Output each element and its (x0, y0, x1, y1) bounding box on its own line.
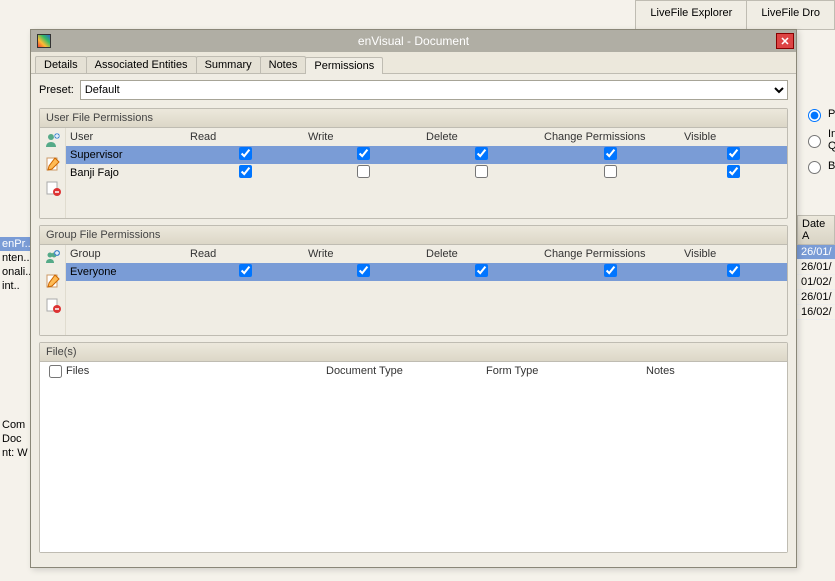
group-permissions-grid[interactable]: Group Read Write Delete Change Permissio… (66, 245, 787, 335)
col-read: Read (186, 245, 304, 263)
chk-read[interactable] (239, 147, 252, 160)
bg-left-row[interactable]: int.. (0, 279, 30, 293)
chk-delete[interactable] (475, 165, 488, 178)
cell-user-name: Supervisor (66, 146, 186, 164)
table-row[interactable]: Supervisor (66, 146, 787, 164)
chk-visible[interactable] (727, 165, 740, 178)
user-permissions-panel: User File Permissions User Read Write De (39, 108, 788, 219)
radio-publi-label: Publi (828, 108, 835, 120)
remove-user-icon[interactable] (45, 180, 61, 196)
chk-change-permissions[interactable] (604, 147, 617, 160)
user-permissions-grid[interactable]: User Read Write Delete Change Permission… (66, 128, 787, 218)
chk-write[interactable] (357, 165, 370, 178)
chk-delete[interactable] (475, 264, 488, 277)
bg-bottom-row: Doc (0, 432, 30, 446)
background-bottom-list: Com Doc nt: W (0, 418, 30, 460)
col-write: Write (304, 245, 422, 263)
cell-group-name: Everyone (66, 263, 186, 281)
files-panel-header: File(s) (40, 343, 787, 362)
tab-notes[interactable]: Notes (260, 56, 307, 73)
table-row[interactable]: Everyone (66, 263, 787, 281)
bg-tab-livefile-dro[interactable]: LiveFile Dro (746, 0, 835, 29)
group-permissions-header: Group File Permissions (40, 226, 787, 245)
bg-bottom-row: nt: W (0, 446, 30, 460)
col-visible: Visible (680, 245, 787, 263)
group-permissions-panel: Group File Permissions Group Read Write (39, 225, 788, 336)
col-notes: Notes (646, 365, 783, 378)
radio-publi[interactable] (808, 109, 821, 122)
chk-write[interactable] (357, 264, 370, 277)
background-right-list: Date A 26/01/ 26/01/ 01/02/ 26/01/ 16/02… (797, 215, 835, 320)
chk-read[interactable] (239, 264, 252, 277)
chk-delete[interactable] (475, 147, 488, 160)
col-change-permissions: Change Permissions (540, 128, 680, 146)
col-user: User (66, 128, 186, 146)
bg-list-row[interactable]: 26/01/ (797, 260, 835, 275)
table-row[interactable]: Banji Fajo (66, 164, 787, 182)
col-files: Files (66, 365, 326, 378)
radio-inqu[interactable] (808, 135, 821, 148)
col-visible: Visible (680, 128, 787, 146)
chk-change-permissions[interactable] (604, 165, 617, 178)
files-grid-header: Files Document Type Form Type Notes (40, 362, 787, 381)
col-form-type: Form Type (486, 365, 646, 378)
radio-inqu-label: In Qu (828, 128, 835, 152)
col-read: Read (186, 128, 304, 146)
chk-read[interactable] (239, 165, 252, 178)
preset-label: Preset: (39, 84, 74, 96)
close-button[interactable]: ✕ (776, 33, 794, 49)
radio-both-label: Both (828, 160, 835, 172)
col-write: Write (304, 128, 422, 146)
bg-left-row[interactable]: nten.. (0, 251, 30, 265)
col-change-permissions: Change Permissions (540, 245, 680, 263)
col-delete: Delete (422, 245, 540, 263)
background-top-tabs: LiveFile Explorer LiveFile Dro (636, 0, 835, 30)
bg-list-row[interactable]: 01/02/ (797, 275, 835, 290)
chk-change-permissions[interactable] (604, 264, 617, 277)
bg-left-row[interactable]: enPr.. (0, 237, 30, 251)
add-group-icon[interactable] (45, 249, 61, 265)
tab-permissions[interactable]: Permissions (305, 57, 383, 74)
tabstrip: Details Associated Entities Summary Note… (31, 52, 796, 74)
chk-visible[interactable] (727, 147, 740, 160)
bg-list-row[interactable]: 26/01/ (797, 290, 835, 305)
background-left-list: enPr.. nten.. onali.. int.. (0, 237, 30, 293)
chk-visible[interactable] (727, 264, 740, 277)
tab-summary[interactable]: Summary (196, 56, 261, 73)
group-panel-toolbar (40, 245, 66, 335)
col-document-type: Document Type (326, 365, 486, 378)
bg-list-row[interactable]: 16/02/ (797, 305, 835, 320)
radio-both[interactable] (808, 161, 821, 174)
titlebar: enVisual - Document ✕ (31, 30, 796, 52)
tab-associated-entities[interactable]: Associated Entities (86, 56, 197, 73)
cell-user-name: Banji Fajo (66, 164, 186, 182)
preset-select[interactable]: Default (80, 80, 788, 100)
add-user-icon[interactable] (45, 132, 61, 148)
files-panel: File(s) Files Document Type Form Type No… (39, 342, 788, 553)
bg-list-header[interactable]: Date A (797, 215, 835, 245)
close-icon: ✕ (780, 35, 789, 48)
user-grid-header-row: User Read Write Delete Change Permission… (66, 128, 787, 146)
group-grid-header-row: Group Read Write Delete Change Permissio… (66, 245, 787, 263)
edit-group-icon[interactable] (45, 273, 61, 289)
user-permissions-header: User File Permissions (40, 109, 787, 128)
dialog-window: enVisual - Document ✕ Details Associated… (30, 29, 797, 568)
col-delete: Delete (422, 128, 540, 146)
background-radio-group: Publi In Qu Both (797, 100, 835, 180)
bg-bottom-row: Com (0, 418, 30, 432)
chk-write[interactable] (357, 147, 370, 160)
tab-details[interactable]: Details (35, 56, 87, 73)
bg-left-row[interactable]: onali.. (0, 265, 30, 279)
files-select-all-checkbox[interactable] (49, 365, 62, 378)
window-title: enVisual - Document (31, 34, 796, 48)
user-panel-toolbar (40, 128, 66, 218)
col-group: Group (66, 245, 186, 263)
edit-user-icon[interactable] (45, 156, 61, 172)
bg-list-row[interactable]: 26/01/ (797, 245, 835, 260)
remove-group-icon[interactable] (45, 297, 61, 313)
bg-tab-livefile-explorer[interactable]: LiveFile Explorer (635, 0, 747, 29)
